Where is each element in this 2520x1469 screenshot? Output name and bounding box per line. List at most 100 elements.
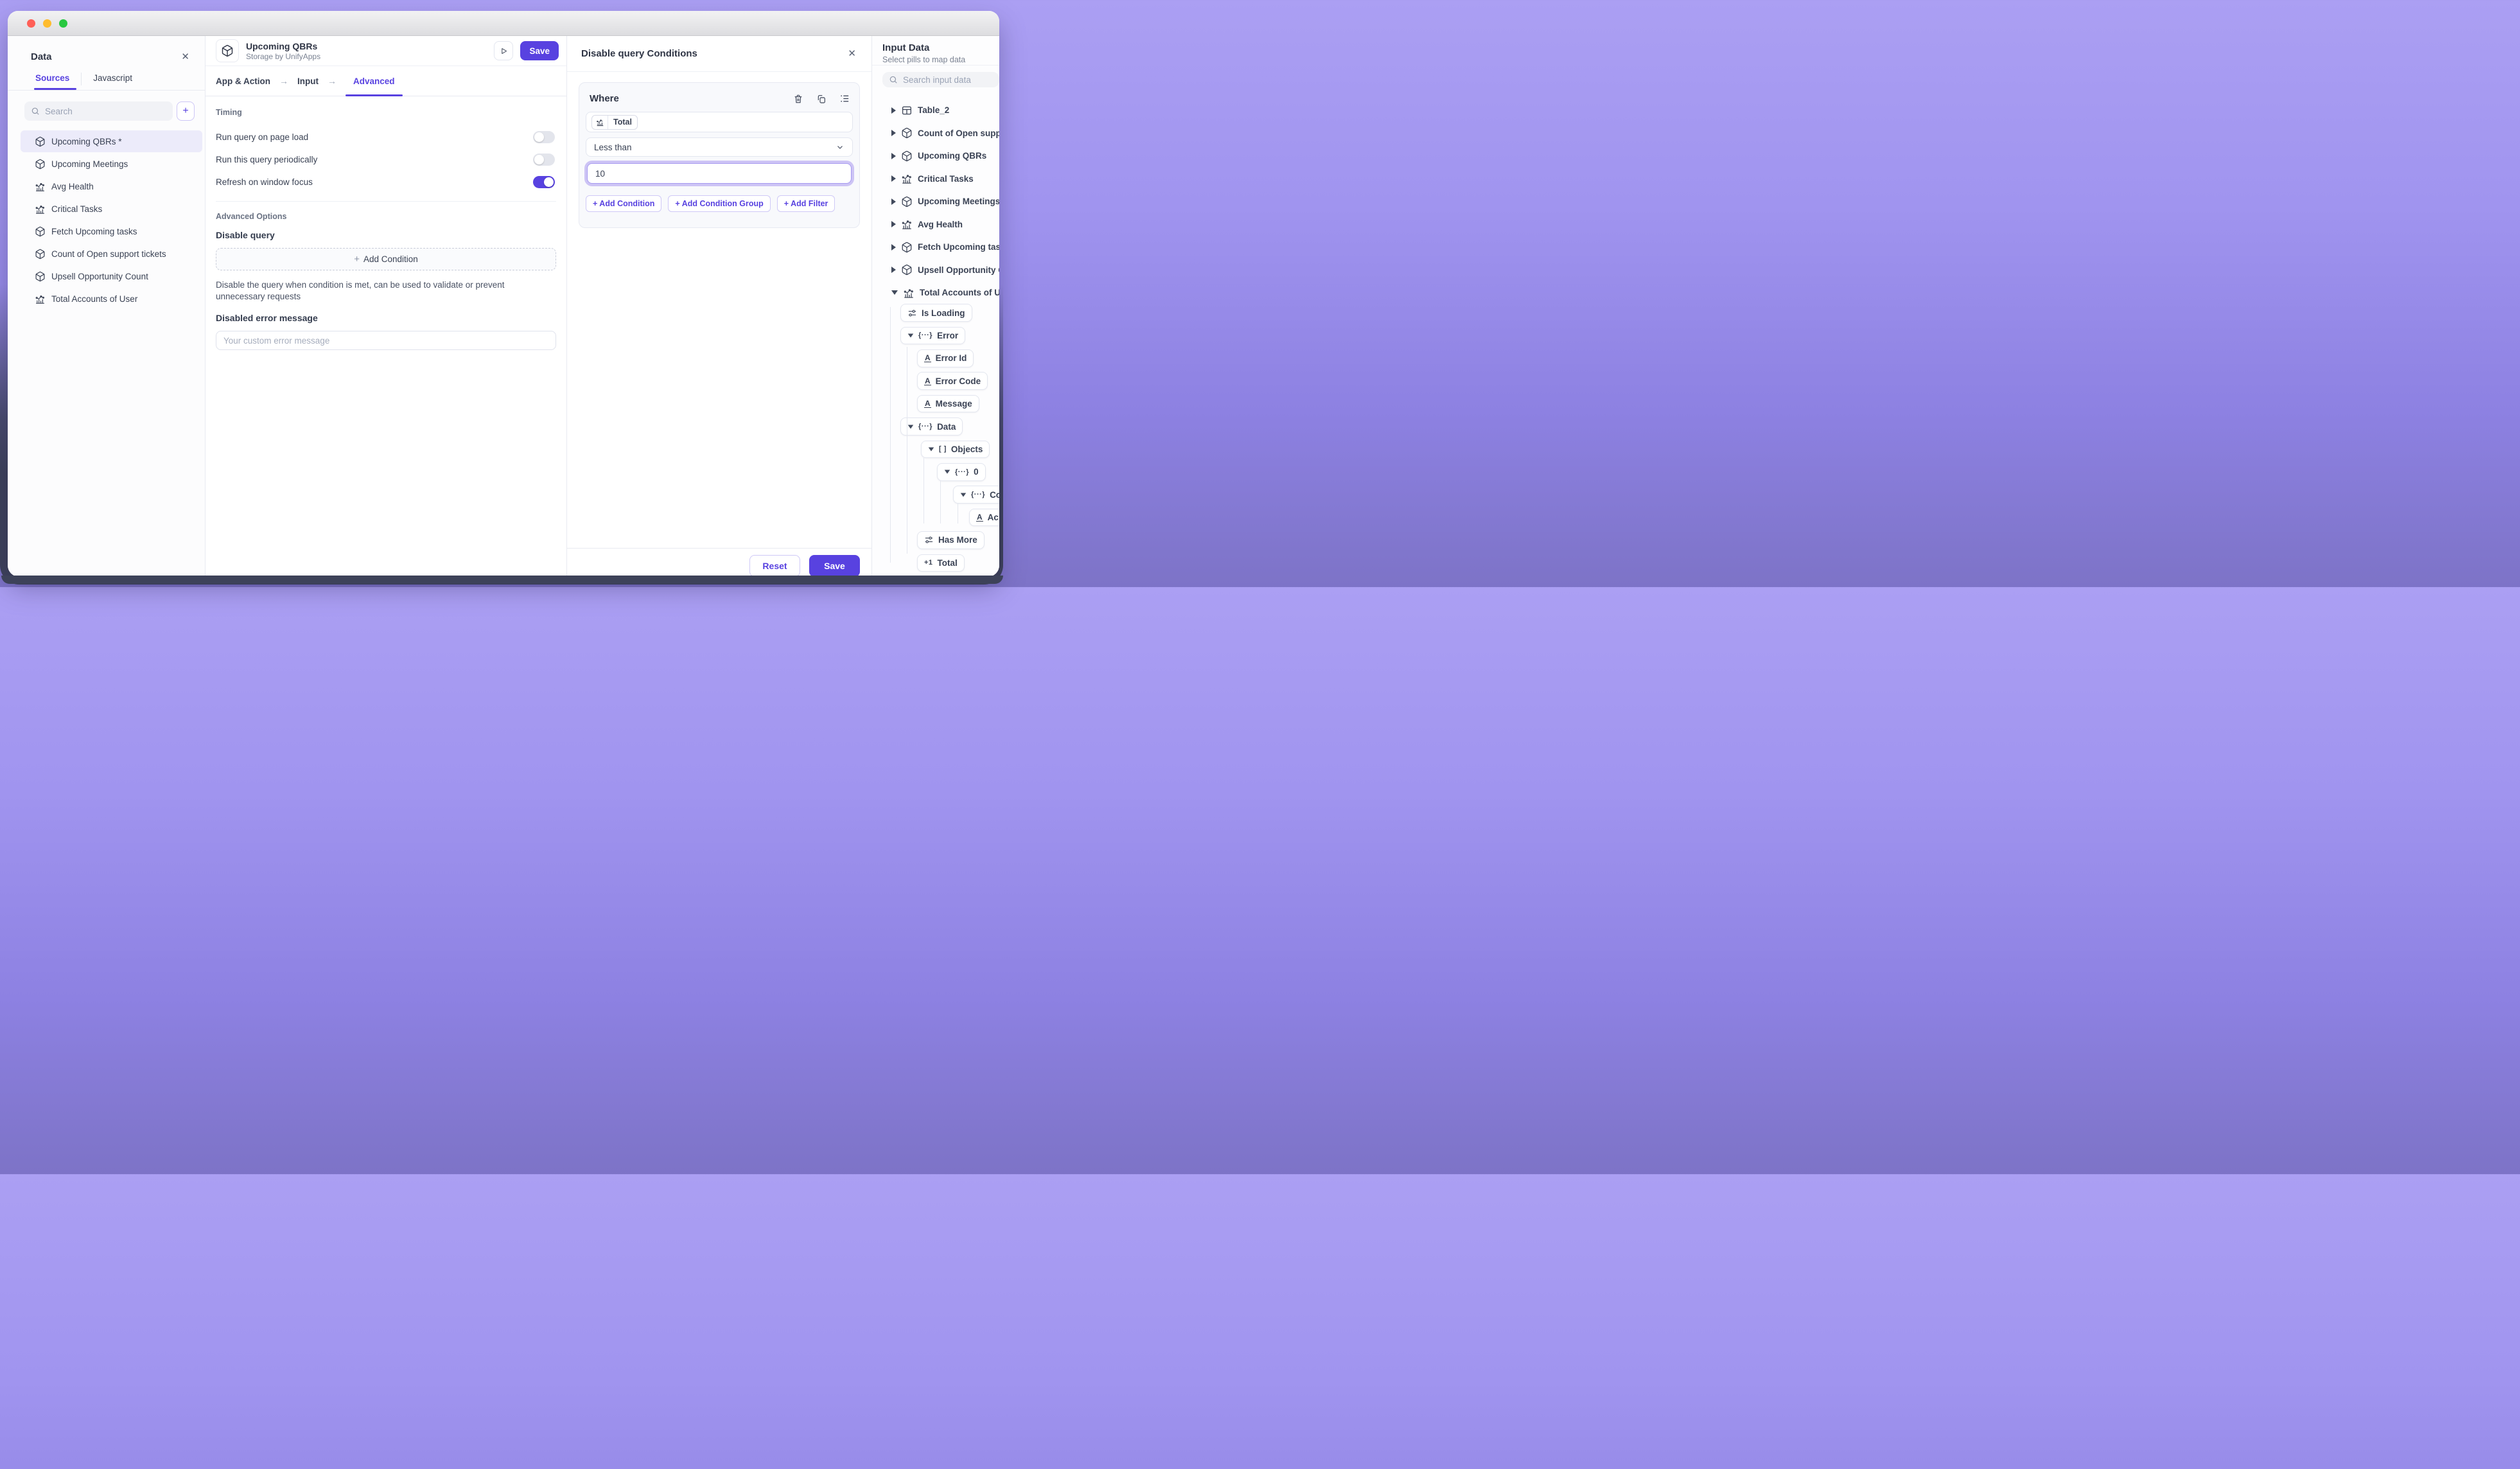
list-item-count-open-tickets[interactable]: Count of Open support tickets (21, 243, 202, 265)
tab-app-and-action[interactable]: App & Action (216, 66, 270, 96)
field-pill-total[interactable]: Total (591, 115, 638, 130)
pill-objects[interactable]: [ ] Objects (921, 441, 990, 459)
package-icon (216, 39, 239, 62)
play-icon (500, 47, 508, 55)
object-type-icon: {···} (955, 468, 969, 476)
caret-right-icon[interactable] (891, 153, 896, 159)
save-conditions-button[interactable]: Save (809, 555, 860, 577)
data-search-input[interactable] (24, 101, 173, 121)
list-item-label: Total Accounts of User (51, 294, 137, 304)
list-item-label: Fetch Upcoming tasks (51, 227, 137, 236)
input-data-search[interactable] (882, 72, 999, 87)
add-condition-dropzone[interactable]: + Add Condition (216, 248, 556, 270)
pill-ac[interactable]: A Ac (969, 509, 999, 527)
save-query-button[interactable]: Save (520, 41, 559, 60)
tab-javascript[interactable]: Javascript (93, 73, 132, 89)
tab-input[interactable]: Input (297, 66, 319, 96)
pill-columns[interactable]: {···} Columns (953, 486, 999, 504)
caret-right-icon[interactable] (891, 175, 896, 182)
tree-node-count-open-tickets[interactable]: Count of Open support tickets (872, 121, 999, 145)
list-item-fetch-upcoming-tasks[interactable]: Fetch Upcoming tasks (21, 220, 202, 242)
tree-node-upcoming-qbrs[interactable]: Upcoming QBRs (872, 145, 999, 168)
caret-down-icon[interactable] (929, 447, 934, 451)
pill-error-id[interactable]: A Error Id (917, 349, 974, 367)
list-item-avg-health[interactable]: Avg Health (21, 175, 202, 197)
pill-has-more[interactable]: Has More (917, 531, 984, 549)
data-search-field[interactable] (45, 107, 166, 116)
pill-error-code[interactable]: A Error Code (917, 372, 988, 390)
run-on-page-load-toggle[interactable] (533, 131, 555, 143)
close-traffic-light[interactable] (27, 19, 35, 28)
tree-node-total-accounts[interactable]: Total Accounts of User (872, 281, 999, 304)
caret-right-icon[interactable] (891, 267, 896, 273)
add-condition-group-button[interactable]: + Add Condition Group (668, 195, 770, 212)
caret-down-icon[interactable] (908, 333, 914, 337)
chart-icon (35, 294, 46, 304)
list-icon[interactable] (839, 93, 850, 104)
step-arrow-icon: → (279, 76, 288, 86)
query-title: Upcoming QBRs (246, 41, 487, 51)
list-item-label: Count of Open support tickets (51, 249, 166, 259)
pill-message[interactable]: A Message (917, 395, 979, 413)
input-data-subtitle: Select pills to map data (882, 55, 999, 64)
run-periodically-toggle[interactable] (533, 154, 555, 166)
list-item-upcoming-meetings[interactable]: Upcoming Meetings (21, 153, 202, 175)
trash-icon[interactable] (793, 94, 803, 104)
package-icon (35, 226, 46, 237)
caret-right-icon[interactable] (891, 221, 896, 227)
caret-right-icon[interactable] (891, 198, 896, 205)
disabled-error-message-input[interactable] (216, 331, 556, 350)
caret-right-icon[interactable] (891, 244, 896, 251)
tree-node-upsell-opportunity[interactable]: Upsell Opportunity Count (872, 258, 999, 281)
pill-total[interactable]: +1 Total (917, 554, 965, 572)
condition-field-row[interactable]: Total (586, 112, 853, 132)
boolean-icon (924, 535, 934, 545)
pill-error[interactable]: {···} Error (900, 327, 965, 345)
section-divider (216, 201, 556, 202)
list-item-total-accounts[interactable]: Total Accounts of User (21, 288, 202, 310)
close-icon[interactable]: ✕ (181, 52, 189, 62)
tree-node-fetch-upcoming-tasks[interactable]: Fetch Upcoming tasks (872, 236, 999, 259)
caret-down-icon[interactable] (961, 493, 967, 497)
tab-advanced[interactable]: Advanced (346, 66, 403, 96)
tree-node-avg-health[interactable]: Avg Health (872, 213, 999, 236)
search-icon (889, 75, 898, 84)
input-data-search-field[interactable] (903, 75, 993, 85)
window-titlebar (8, 11, 999, 36)
reset-button[interactable]: Reset (749, 555, 800, 577)
pill-data[interactable]: {···} Data (900, 418, 963, 435)
caret-down-icon[interactable] (908, 425, 914, 428)
list-item-critical-tasks[interactable]: Critical Tasks (21, 198, 202, 220)
add-filter-button[interactable]: + Add Filter (777, 195, 836, 212)
condition-value-input[interactable] (595, 169, 843, 179)
tab-sources[interactable]: Sources (35, 73, 69, 89)
minimize-traffic-light[interactable] (43, 19, 51, 28)
add-data-source-button[interactable]: + (177, 101, 195, 121)
tab-divider (81, 73, 82, 85)
operator-select[interactable]: Less than (586, 137, 853, 157)
boolean-icon (907, 308, 917, 318)
text-type-icon: A (924, 400, 931, 408)
list-item-upsell-opportunity[interactable]: Upsell Opportunity Count (21, 265, 202, 287)
chart-icon (35, 204, 46, 215)
package-icon (901, 150, 913, 162)
caret-down-icon[interactable] (891, 290, 898, 295)
list-item-upcoming-qbrs[interactable]: Upcoming QBRs * (21, 130, 202, 152)
caret-right-icon[interactable] (891, 130, 896, 136)
advanced-options-heading: Advanced Options (216, 212, 556, 221)
refresh-on-focus-toggle[interactable] (533, 176, 555, 188)
tree-node-upcoming-meetings[interactable]: Upcoming Meetings (872, 190, 999, 213)
tree-node-table-2[interactable]: Table_2 (872, 99, 999, 122)
pill-is-loading[interactable]: Is Loading (900, 304, 972, 322)
add-condition-button[interactable]: + Add Condition (586, 195, 661, 212)
duplicate-icon[interactable] (816, 94, 827, 104)
caret-down-icon[interactable] (945, 470, 950, 474)
zoom-traffic-light[interactable] (59, 19, 67, 28)
caret-right-icon[interactable] (891, 107, 896, 114)
tree-node-critical-tasks[interactable]: Critical Tasks (872, 167, 999, 190)
close-icon[interactable]: ✕ (848, 49, 856, 58)
run-query-button[interactable] (494, 41, 513, 60)
condition-value-input-wrap (587, 163, 852, 184)
text-type-icon: A (924, 354, 931, 362)
pill-index-0[interactable]: {···} 0 (937, 463, 986, 481)
